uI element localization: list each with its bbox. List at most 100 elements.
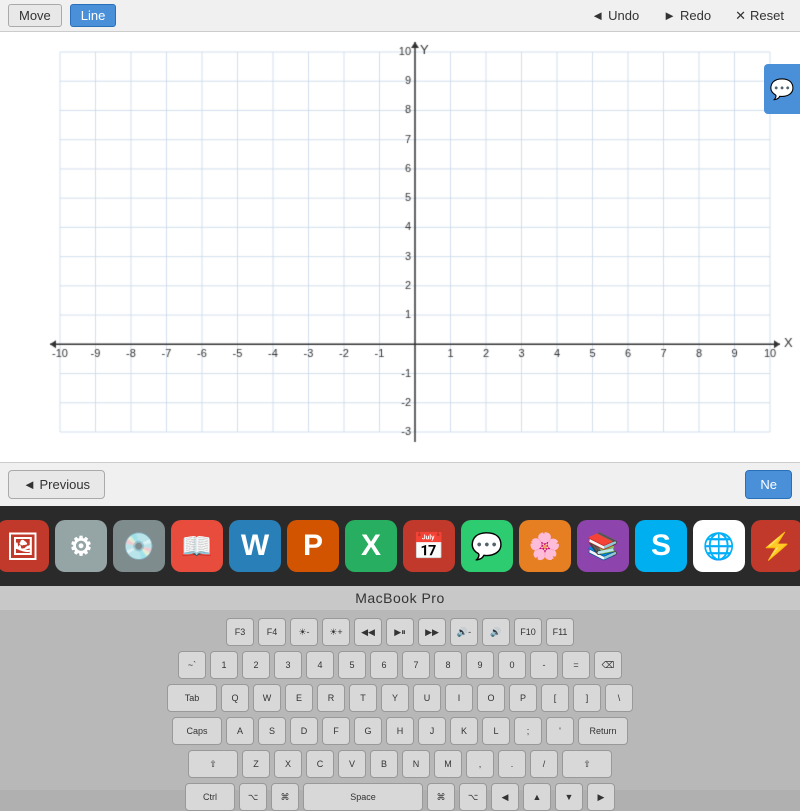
key-[interactable]: ☀+ (322, 618, 350, 646)
key-[interactable]: , (466, 750, 494, 778)
move-button[interactable]: Move (8, 4, 62, 27)
key-Z[interactable]: Z (242, 750, 270, 778)
key-8[interactable]: 8 (434, 651, 462, 679)
dock-icon-9[interactable]: 🌸 (519, 520, 571, 572)
key-S[interactable]: S (258, 717, 286, 745)
key-[interactable]: / (530, 750, 558, 778)
key-[interactable]: ⌘ (427, 783, 455, 811)
dock-icon-6[interactable]: X (345, 520, 397, 572)
key-[interactable]: [ (541, 684, 569, 712)
undo-button[interactable]: ◄ Undo (583, 5, 647, 26)
key-Q[interactable]: Q (221, 684, 249, 712)
graph-area[interactable]: 💬 (0, 32, 800, 462)
key-[interactable]: ⇧ (562, 750, 612, 778)
reset-button[interactable]: ✕ Reset (727, 5, 792, 27)
key-K[interactable]: K (450, 717, 478, 745)
dock-icon-13[interactable]: ⚡ (751, 520, 800, 572)
chat-button[interactable]: 💬 (764, 64, 800, 114)
dock-icon-3[interactable]: 📖 (171, 520, 223, 572)
key-[interactable]: . (498, 750, 526, 778)
key-D[interactable]: D (290, 717, 318, 745)
dock-icon-2[interactable]: 💿 (113, 520, 165, 572)
dock-icon-0[interactable]: 🖼 (0, 520, 49, 572)
next-button[interactable]: Ne (745, 470, 792, 499)
key-A[interactable]: A (226, 717, 254, 745)
undo-arrow-icon: ◄ (591, 8, 604, 23)
key-X[interactable]: X (274, 750, 302, 778)
dock-icon-10[interactable]: 📚 (577, 520, 629, 572)
dock-icon-1[interactable]: ⚙ (55, 520, 107, 572)
dock-icon-5[interactable]: P (287, 520, 339, 572)
key-[interactable]: ] (573, 684, 601, 712)
key-V[interactable]: V (338, 750, 366, 778)
key-[interactable]: 🔊 (482, 618, 510, 646)
key-H[interactable]: H (386, 717, 414, 745)
key-[interactable]: - (530, 651, 558, 679)
key-E[interactable]: E (285, 684, 313, 712)
key-Return[interactable]: Return (578, 717, 628, 745)
key-[interactable]: ▶⏸ (386, 618, 414, 646)
key-4[interactable]: 4 (306, 651, 334, 679)
key-J[interactable]: J (418, 717, 446, 745)
key-U[interactable]: U (413, 684, 441, 712)
key-F11[interactable]: F11 (546, 618, 574, 646)
key-[interactable]: = (562, 651, 590, 679)
key-Space[interactable]: Space (303, 783, 423, 811)
key-row-4: ⇧ZXCVBNM,./⇧ (188, 750, 612, 778)
key-I[interactable]: I (445, 684, 473, 712)
key-[interactable]: ' (546, 717, 574, 745)
key-[interactable]: ▶ (587, 783, 615, 811)
previous-button[interactable]: ◄ Previous (8, 470, 105, 499)
key-Ctrl[interactable]: Ctrl (185, 783, 235, 811)
key-[interactable]: ⌘ (271, 783, 299, 811)
key-F4[interactable]: F4 (258, 618, 286, 646)
key-[interactable]: ▲ (523, 783, 551, 811)
line-button[interactable]: Line (70, 4, 117, 27)
key-L[interactable]: L (482, 717, 510, 745)
key-[interactable]: ▼ (555, 783, 583, 811)
key-9[interactable]: 9 (466, 651, 494, 679)
key-5[interactable]: 5 (338, 651, 366, 679)
key-2[interactable]: 2 (242, 651, 270, 679)
redo-button[interactable]: ► Redo (655, 5, 719, 26)
key-[interactable]: ▶▶ (418, 618, 446, 646)
key-F3[interactable]: F3 (226, 618, 254, 646)
key-P[interactable]: P (509, 684, 537, 712)
key-T[interactable]: T (349, 684, 377, 712)
key-[interactable]: ~` (178, 651, 206, 679)
key-Tab[interactable]: Tab (167, 684, 217, 712)
key-G[interactable]: G (354, 717, 382, 745)
key-1[interactable]: 1 (210, 651, 238, 679)
key-R[interactable]: R (317, 684, 345, 712)
key-[interactable]: ⇧ (188, 750, 238, 778)
dock-icon-7[interactable]: 📅 (403, 520, 455, 572)
key-[interactable]: ⌥ (239, 783, 267, 811)
key-W[interactable]: W (253, 684, 281, 712)
key-[interactable]: ◀ (491, 783, 519, 811)
key-Caps[interactable]: Caps (172, 717, 222, 745)
key-3[interactable]: 3 (274, 651, 302, 679)
dock-icon-12[interactable]: 🌐 (693, 520, 745, 572)
key-C[interactable]: C (306, 750, 334, 778)
key-[interactable]: 🔊- (450, 618, 478, 646)
key-F[interactable]: F (322, 717, 350, 745)
key-[interactable]: \ (605, 684, 633, 712)
dock-icon-8[interactable]: 💬 (461, 520, 513, 572)
key-N[interactable]: N (402, 750, 430, 778)
key-O[interactable]: O (477, 684, 505, 712)
key-[interactable]: ; (514, 717, 542, 745)
key-6[interactable]: 6 (370, 651, 398, 679)
key-0[interactable]: 0 (498, 651, 526, 679)
key-[interactable]: ◀◀ (354, 618, 382, 646)
key-7[interactable]: 7 (402, 651, 430, 679)
coordinate-graph[interactable] (0, 32, 800, 462)
key-[interactable]: ⌫ (594, 651, 622, 679)
key-[interactable]: ⌥ (459, 783, 487, 811)
dock-icon-4[interactable]: W (229, 520, 281, 572)
key-B[interactable]: B (370, 750, 398, 778)
key-F10[interactable]: F10 (514, 618, 542, 646)
key-Y[interactable]: Y (381, 684, 409, 712)
key-[interactable]: ☀- (290, 618, 318, 646)
key-M[interactable]: M (434, 750, 462, 778)
dock-icon-11[interactable]: S (635, 520, 687, 572)
